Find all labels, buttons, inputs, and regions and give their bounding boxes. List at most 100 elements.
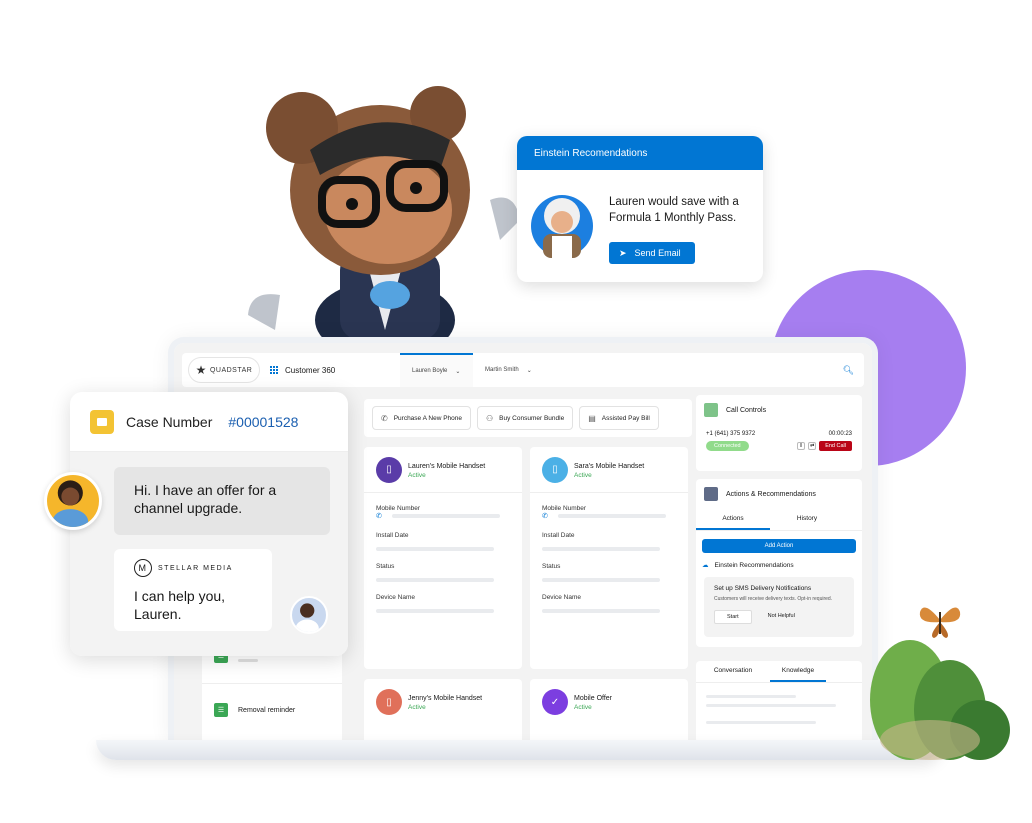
device-title: Lauren's Mobile Handset <box>408 462 486 470</box>
placeholder-line <box>238 658 258 662</box>
mobile-number-field: Mobile Number ✆ <box>364 505 522 520</box>
button-label: Assisted Pay Bill <box>601 414 650 422</box>
agent-avatar <box>290 596 328 634</box>
phone-icon: ▯ <box>376 456 402 483</box>
stellar-media-logo-icon: M <box>134 559 152 577</box>
device-header: ✓ Mobile Offer Active <box>530 679 688 725</box>
call-controls-card: Call Controls +1 (641) 375 9372 00:00:23… <box>696 395 862 471</box>
call-controls-header: Call Controls <box>696 395 862 425</box>
tab-label: Lauren Boyle <box>412 368 448 374</box>
field-label: Device Name <box>376 594 416 601</box>
device-card-jenny: ▯ Jenny's Mobile Handset Active <box>364 679 522 743</box>
send-icon: ➤ <box>619 247 627 258</box>
chevron-down-icon: ⌄ <box>526 367 532 374</box>
connected-badge: Connected <box>706 441 749 451</box>
send-email-label: Send Email <box>634 248 681 258</box>
app-name: Customer 360 <box>285 365 336 375</box>
purchase-new-phone-button[interactable]: ✆ Purchase A New Phone <box>372 406 471 430</box>
butterfly-illustration <box>919 607 961 638</box>
app-launcher[interactable]: Customer 360 <box>270 365 400 375</box>
add-action-button[interactable]: Add Action <box>702 539 856 553</box>
divider <box>202 683 342 684</box>
tab-knowledge[interactable]: Knowledge <box>770 661 826 682</box>
device-status: Active <box>574 471 592 479</box>
device-status: Active <box>574 704 592 711</box>
device-name-field: Device Name <box>530 594 688 613</box>
field-label: Status <box>376 563 395 570</box>
briefcase-icon <box>90 409 114 434</box>
agent-avatar-image <box>295 603 319 632</box>
list-item[interactable]: ☰ Removal reminder <box>214 703 295 717</box>
quadstar-logo: ★ QUADSTAR <box>188 357 260 383</box>
actions-tabs: Actions History <box>696 509 862 531</box>
conversation-card: Conversation Knowledge <box>696 661 862 743</box>
phone-icon: ▯ <box>542 456 568 483</box>
left-list-card: ☰ ☰ Removal reminder <box>202 643 342 743</box>
assisted-pay-bill-button[interactable]: ▤ Assisted Pay Bill <box>579 406 659 430</box>
mobile-number-field: Mobile Number ✆ <box>530 505 688 520</box>
agent-message: M STELLAR MEDIA I can help you, Lauren. <box>114 549 272 631</box>
field-label: Install Date <box>542 532 575 539</box>
call-timer: 00:00:23 <box>828 431 852 437</box>
device-header: ▯ Lauren's Mobile Handset Active <box>364 447 522 493</box>
app-header: ★ QUADSTAR Customer 360 Lauren Boyle ⌄ M… <box>182 353 864 387</box>
device-name-field: Device Name <box>364 594 522 613</box>
field-label: Install Date <box>376 532 409 539</box>
pause-icon[interactable]: ǁ <box>797 442 806 450</box>
button-label: Purchase A New Phone <box>393 414 462 422</box>
buy-consumer-bundle-button[interactable]: ⚇ Buy Consumer Bundle <box>477 406 574 430</box>
einstein-recs-label: Einstein Recommendations <box>714 561 794 569</box>
placeholder-line <box>706 695 796 698</box>
device-status: Active <box>408 704 426 711</box>
device-header: ▯ Sara's Mobile Handset Active <box>530 447 688 493</box>
removal-reminder-label: Removal reminder <box>238 706 296 714</box>
field-value-placeholder <box>542 609 660 613</box>
call-controls-title: Call Controls <box>726 406 767 414</box>
tab-martin-smith[interactable]: Martin Smith ⌄ <box>473 353 553 387</box>
placeholder-line <box>706 721 816 724</box>
field-label: Mobile Number <box>542 505 587 512</box>
laptop-base <box>96 740 942 760</box>
case-header: Case Number #00001528 <box>70 392 348 452</box>
start-button[interactable]: Start <box>714 610 752 624</box>
case-number-link[interactable]: #00001528 <box>228 414 298 430</box>
actions-icon <box>704 487 718 501</box>
field-label: Device Name <box>542 594 582 601</box>
phone-icon: ✆ <box>376 513 382 520</box>
conversation-tabs: Conversation Knowledge <box>696 661 862 683</box>
caller-number: +1 (641) 375 9372 <box>706 431 756 437</box>
device-title: Jenny's Mobile Handset <box>408 695 483 702</box>
customer-message: Hi. I have an offer for a channel upgrad… <box>114 467 330 535</box>
search-icon[interactable]: 🔍︎ <box>843 365 854 376</box>
end-call-button[interactable]: End Call <box>819 441 852 451</box>
customer-avatar-image <box>52 480 89 527</box>
people-icon: ⚇ <box>486 413 494 423</box>
einstein-icon: ☁ <box>702 562 709 569</box>
field-value-placeholder <box>557 514 666 518</box>
phone-icon: ▯ <box>376 689 402 715</box>
tab-lauren-boyle[interactable]: Lauren Boyle ⌄ <box>400 353 473 387</box>
not-helpful-button[interactable]: Not Helpful <box>756 610 807 624</box>
call-info-row: +1 (641) 375 9372 00:00:23 <box>696 431 862 437</box>
field-value-placeholder <box>542 547 660 551</box>
star-icon: ★ <box>195 363 207 377</box>
device-title: Sara's Mobile Handset <box>574 462 645 470</box>
case-label: Case Number <box>126 413 213 430</box>
device-card-sara: ▯ Sara's Mobile Handset Active Mobile Nu… <box>530 447 688 669</box>
customer-avatar <box>44 472 102 530</box>
transfer-icon[interactable]: ⇄ <box>808 442 817 450</box>
tab-conversation[interactable]: Conversation <box>696 661 770 682</box>
field-value-placeholder <box>376 578 494 582</box>
call-status-row: Connected ǁ ⇄ End Call <box>696 441 862 451</box>
send-email-button[interactable]: ➤ Send Email <box>609 242 695 264</box>
recommendation-title: Set up SMS Delivery Notifications <box>714 585 812 592</box>
einstein-recommendation-card: Einstein Recomendations Lauren would sav… <box>517 136 763 282</box>
tab-history[interactable]: History <box>770 509 844 530</box>
recommendation-description: Customers will receive delivery texts. O… <box>714 596 833 602</box>
tab-actions[interactable]: Actions <box>696 509 770 530</box>
agent-company: STELLAR MEDIA <box>158 564 233 572</box>
install-date-field: Install Date <box>530 532 688 551</box>
stellar-media-brand: M STELLAR MEDIA <box>134 559 252 577</box>
status-field: Status <box>364 563 522 582</box>
logo-text: QUADSTAR <box>209 366 253 374</box>
